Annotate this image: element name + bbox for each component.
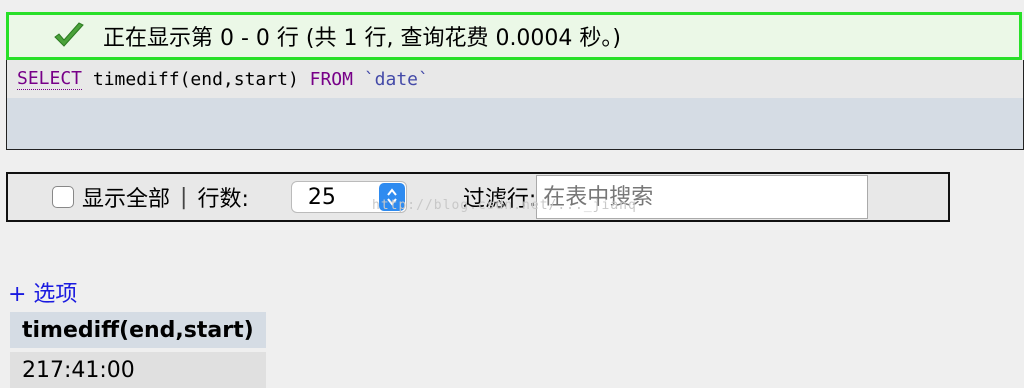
- navigation-bar: 显示全部 | 行数: 25 过滤行:: [6, 172, 950, 222]
- sql-keyword-from: FROM: [309, 68, 353, 90]
- options-link[interactable]: + 选项: [8, 276, 77, 308]
- column-header[interactable]: timediff(end,start): [10, 312, 266, 350]
- separator: |: [180, 184, 188, 210]
- table-cell[interactable]: 217:41:00: [10, 348, 266, 388]
- check-icon: [53, 21, 87, 51]
- show-all-checkbox[interactable]: [52, 186, 74, 208]
- sql-keyword-select[interactable]: SELECT: [17, 68, 83, 90]
- show-all-label[interactable]: 显示全部: [82, 181, 170, 213]
- table-header-row: timediff(end,start): [10, 312, 266, 350]
- sql-expression: timediff(end,start): [92, 68, 299, 90]
- success-message-bar: 正在显示第 0 - 0 行 (共 1 行, 查询花费 0.0004 秒。): [6, 12, 1022, 60]
- sql-table-name: `date`: [363, 68, 429, 90]
- table-row: 217:41:00: [10, 348, 266, 388]
- watermark: http://blog.csdn.net/..._jianq: [372, 198, 637, 213]
- sql-query-box: SELECT timediff(end,start) FROM `date`: [6, 60, 1024, 150]
- result-table: timediff(end,start) 217:41:00: [10, 312, 266, 388]
- sql-query-line[interactable]: SELECT timediff(end,start) FROM `date`: [7, 60, 1023, 98]
- rows-per-page-value: 25: [307, 184, 336, 210]
- rows-label: 行数:: [197, 187, 249, 212]
- success-message: 正在显示第 0 - 0 行 (共 1 行, 查询花费 0.0004 秒。): [103, 26, 622, 51]
